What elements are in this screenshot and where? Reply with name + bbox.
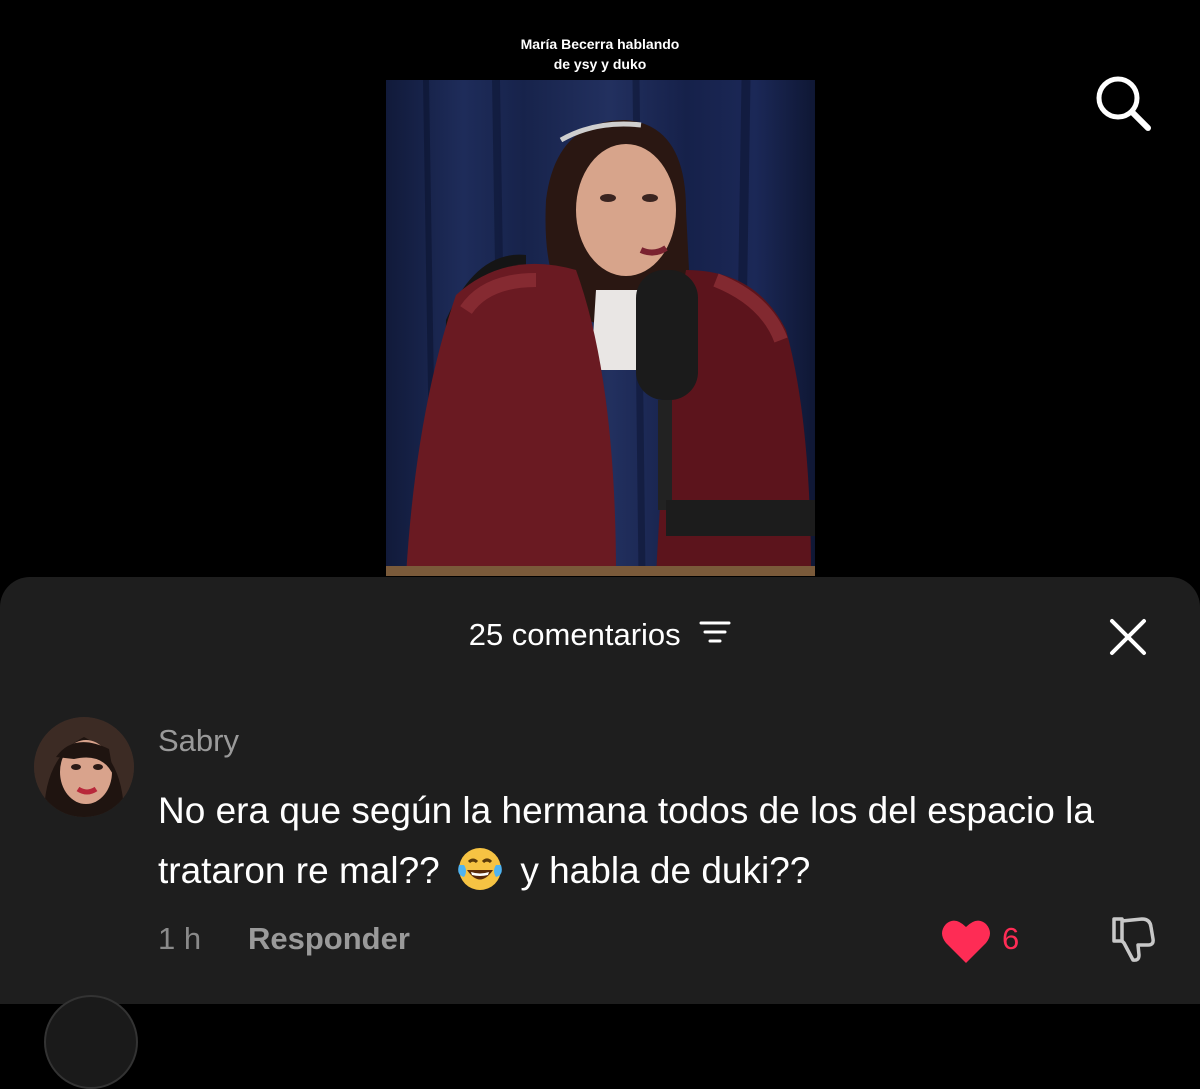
avatar[interactable] [34, 717, 134, 817]
comment-time: 1 h [158, 921, 202, 956]
laughing-tears-emoji-icon [456, 845, 504, 893]
search-button[interactable] [1092, 72, 1154, 134]
search-icon [1096, 76, 1151, 131]
next-comment-avatar[interactable] [44, 995, 138, 1089]
reply-button[interactable]: Responder [248, 921, 410, 957]
comment-text: No era que según la hermana todos de los… [158, 781, 1158, 901]
heart-icon [942, 920, 990, 963]
close-button[interactable] [1106, 615, 1150, 659]
comment-text-part-2: y habla de duki?? [520, 850, 811, 891]
like-button[interactable] [940, 917, 992, 965]
avatar-image [34, 717, 134, 817]
dislike-icon [1112, 917, 1155, 962]
video-caption-line-1: María Becerra hablando [520, 36, 680, 52]
comments-header: 25 comentarios [0, 615, 1200, 657]
filter-icon[interactable] [699, 615, 731, 655]
video-player[interactable] [386, 80, 815, 576]
like-count: 6 [1002, 921, 1020, 956]
video-thumbnail [386, 80, 815, 576]
video-caption: María Becerra hablando de ysy y duko [450, 34, 750, 74]
comment-username[interactable]: Sabry [158, 723, 239, 759]
comments-sheet: 25 comentarios Sabry No era que según la… [0, 577, 1200, 1089]
dislike-button[interactable] [1106, 913, 1158, 965]
video-caption-line-2: de ysy y duko [553, 56, 647, 72]
close-icon [1110, 619, 1146, 655]
comments-count: 25 comentarios [468, 617, 681, 652]
